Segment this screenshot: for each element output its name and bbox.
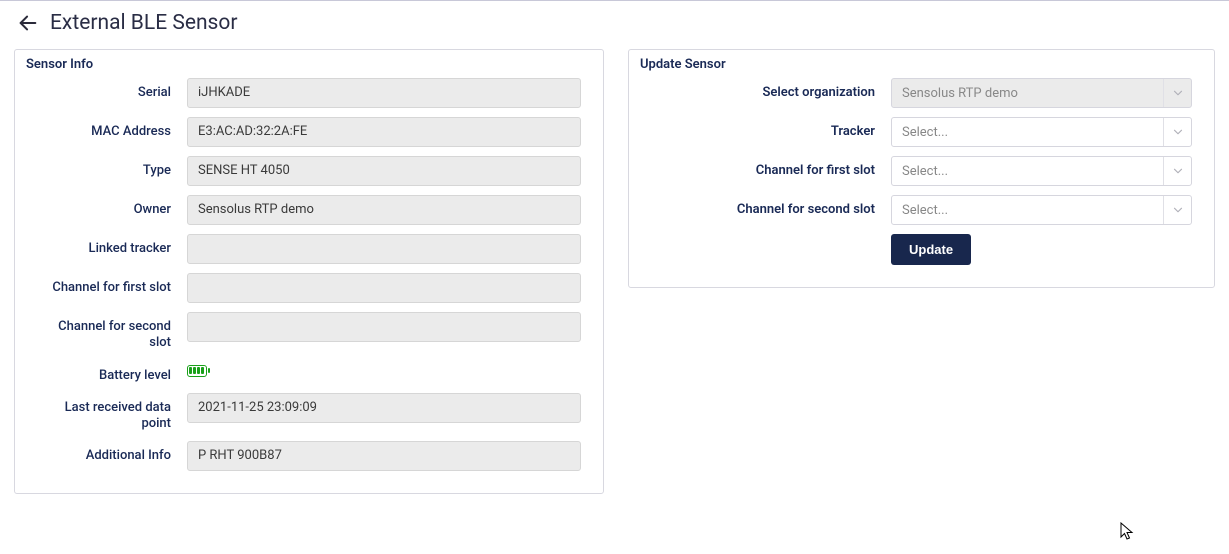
form-row-linked-tracker: Linked tracker <box>37 234 581 264</box>
form-row-ch1: Channel for first slot <box>37 273 581 303</box>
form-row-battery: Battery level <box>37 361 581 384</box>
mac-label: MAC Address <box>37 117 187 140</box>
owner-label: Owner <box>37 195 187 218</box>
type-value: SENSE HT 4050 <box>187 156 581 186</box>
ch2-value <box>187 312 581 342</box>
back-arrow-icon[interactable] <box>16 11 40 35</box>
battery-label: Battery level <box>37 361 187 384</box>
update-ch1-label: Channel for first slot <box>651 156 891 179</box>
serial-value: iJHKADE <box>187 78 581 108</box>
update-sensor-panel: Update Sensor Select organization Sensol… <box>628 49 1215 288</box>
linked-tracker-value <box>187 234 581 264</box>
form-row-tracker: Tracker Select... <box>651 117 1192 147</box>
update-button[interactable]: Update <box>891 234 971 265</box>
form-row-last-data: Last received data point 2021-11-25 23:0… <box>37 393 581 433</box>
ch2-select-placeholder: Select... <box>892 198 1163 223</box>
chevron-down-icon <box>1163 79 1191 107</box>
form-row-owner: Owner Sensolus RTP demo <box>37 195 581 225</box>
form-row-mac: MAC Address E3:AC:AD:32:2A:FE <box>37 117 581 147</box>
tracker-select[interactable]: Select... <box>891 117 1192 147</box>
last-data-value: 2021-11-25 23:09:09 <box>187 393 581 423</box>
chevron-down-icon <box>1163 157 1191 185</box>
ch1-value <box>187 273 581 303</box>
org-select-value: Sensolus RTP demo <box>892 81 1163 106</box>
page-header: External BLE Sensor <box>0 1 1229 49</box>
tracker-label: Tracker <box>651 117 891 140</box>
additional-value: P RHT 900B87 <box>187 441 581 471</box>
form-row-update-ch2: Channel for second slot Select... <box>651 195 1192 225</box>
update-sensor-title: Update Sensor <box>628 49 738 84</box>
chevron-down-icon <box>1163 196 1191 224</box>
org-select: Sensolus RTP demo <box>891 78 1192 108</box>
mac-value: E3:AC:AD:32:2A:FE <box>187 117 581 147</box>
owner-value: Sensolus RTP demo <box>187 195 581 225</box>
sensor-info-panel: Sensor Info Serial iJHKADE MAC Address E… <box>14 49 604 494</box>
ch1-select-placeholder: Select... <box>892 159 1163 184</box>
type-label: Type <box>37 156 187 179</box>
page-title: External BLE Sensor <box>50 11 237 35</box>
form-row-update-ch1: Channel for first slot Select... <box>651 156 1192 186</box>
mouse-cursor-icon <box>1120 522 1136 542</box>
ch1-select[interactable]: Select... <box>891 156 1192 186</box>
form-row-ch2: Channel for second slot <box>37 312 581 352</box>
ch1-label: Channel for first slot <box>37 273 187 296</box>
form-row-type: Type SENSE HT 4050 <box>37 156 581 186</box>
additional-label: Additional Info <box>37 441 187 464</box>
chevron-down-icon <box>1163 118 1191 146</box>
form-row-serial: Serial iJHKADE <box>37 78 581 108</box>
last-data-label: Last received data point <box>37 393 187 433</box>
tracker-select-placeholder: Select... <box>892 120 1163 145</box>
update-ch2-label: Channel for second slot <box>651 195 891 218</box>
battery-full-icon <box>187 365 207 377</box>
linked-tracker-label: Linked tracker <box>37 234 187 257</box>
sensor-info-title: Sensor Info <box>14 49 105 84</box>
ch2-select[interactable]: Select... <box>891 195 1192 225</box>
form-row-additional: Additional Info P RHT 900B87 <box>37 441 581 471</box>
ch2-label: Channel for second slot <box>37 312 187 352</box>
